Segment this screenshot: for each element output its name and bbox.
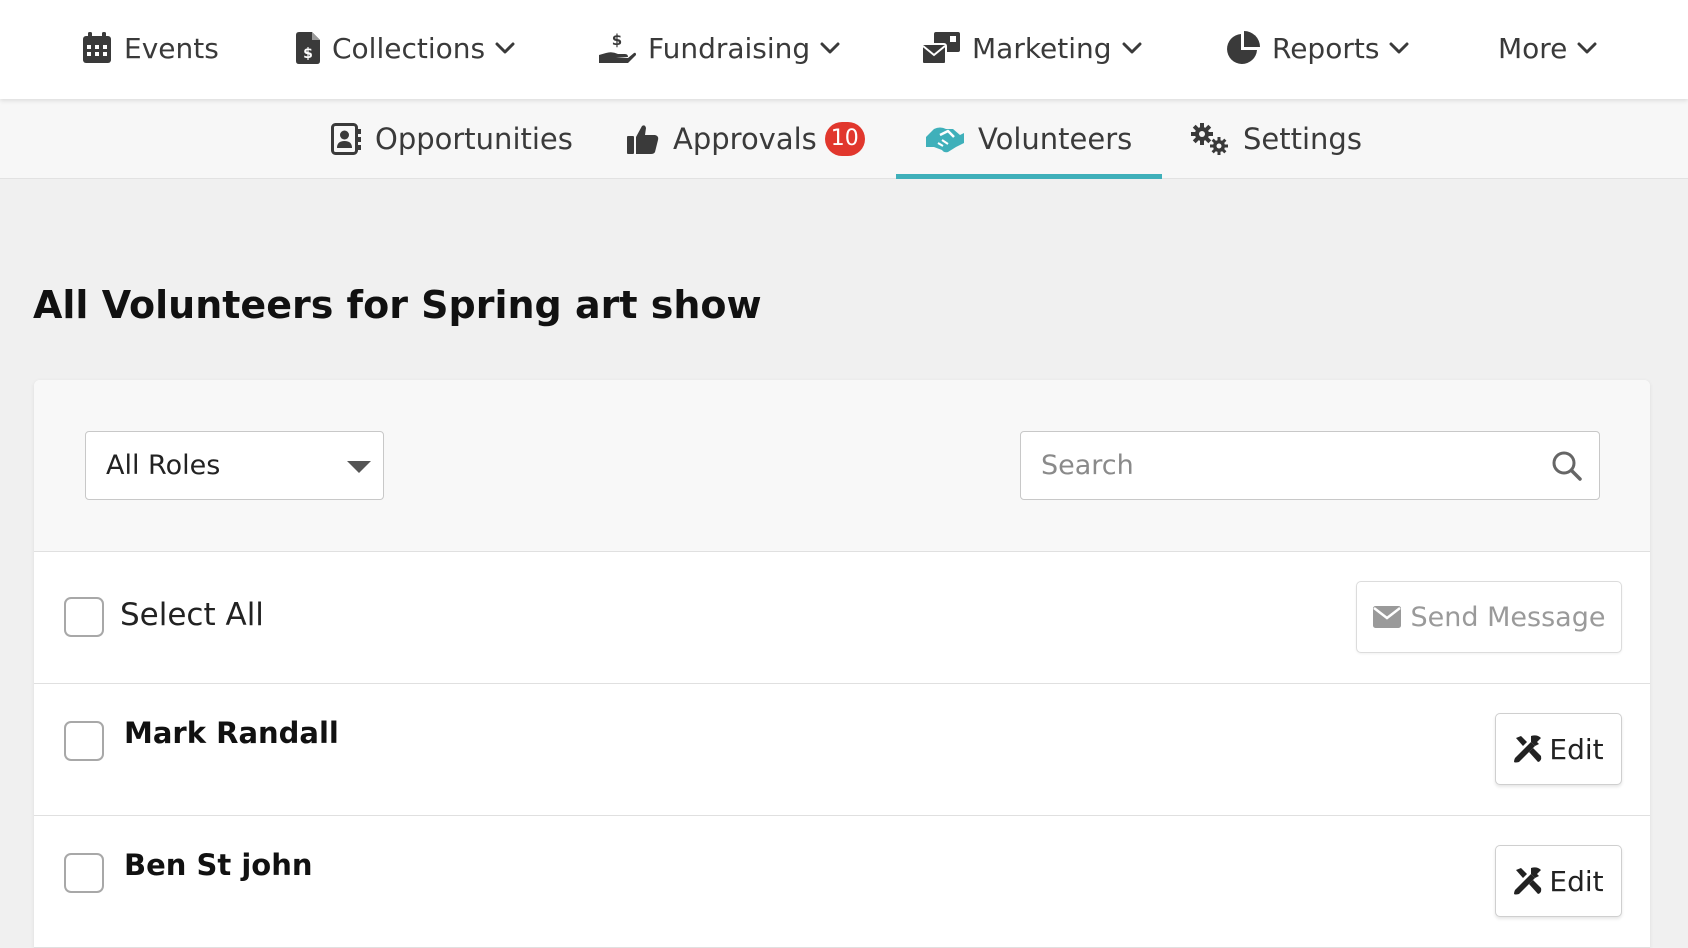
handshake-icon xyxy=(926,127,964,153)
chevron-down-icon xyxy=(1577,42,1597,54)
volunteers-card: All Roles Select All Send Message Mark R… xyxy=(34,380,1650,948)
tab-approvals[interactable]: Approvals 10 xyxy=(627,99,865,179)
edit-button[interactable]: Edit xyxy=(1495,845,1622,917)
svg-text:$: $ xyxy=(303,46,313,62)
pie-chart-icon xyxy=(1227,31,1260,64)
nav-item-collections[interactable]: $ Collections xyxy=(296,0,515,96)
envelope-icon xyxy=(1372,606,1401,628)
search-icon[interactable] xyxy=(1551,450,1583,482)
send-message-label: Send Message xyxy=(1410,601,1606,633)
nav-item-label: Collections xyxy=(332,31,486,65)
thumbs-up-icon xyxy=(627,125,659,154)
edit-button[interactable]: Edit xyxy=(1495,713,1622,785)
hand-holding-dollar-icon: $ xyxy=(599,31,636,63)
nav-item-events[interactable]: Events xyxy=(82,0,219,96)
svg-text:$: $ xyxy=(612,31,622,49)
nav-item-label: Fundraising xyxy=(648,31,811,65)
select-all-checkbox[interactable] xyxy=(64,597,104,637)
row-checkbox[interactable] xyxy=(64,721,104,761)
tab-settings[interactable]: Settings xyxy=(1191,99,1362,179)
chevron-down-icon xyxy=(1122,42,1142,54)
tab-label: Approvals xyxy=(673,122,817,156)
tab-opportunities[interactable]: Opportunities xyxy=(331,99,573,179)
row-checkbox[interactable] xyxy=(64,853,104,893)
tab-volunteers[interactable]: Volunteers xyxy=(895,99,1163,179)
mail-bulk-icon xyxy=(922,32,960,64)
list-item: Mark Randall Edit xyxy=(34,684,1650,816)
nav-item-reports[interactable]: Reports xyxy=(1226,0,1409,96)
edit-label: Edit xyxy=(1549,864,1604,898)
top-navigation: Events $ Collections $ Fundraising Marke… xyxy=(0,0,1688,99)
search-box xyxy=(1020,431,1600,500)
list-item: Ben St john Edit xyxy=(34,816,1650,948)
tab-label: Volunteers xyxy=(978,122,1133,156)
tab-label: Settings xyxy=(1243,122,1362,156)
chevron-down-icon xyxy=(820,42,840,54)
nav-item-label: More xyxy=(1498,31,1568,65)
volunteer-name: Mark Randall xyxy=(124,716,339,750)
gears-icon xyxy=(1191,123,1228,155)
calendar-icon xyxy=(83,32,111,63)
sub-navigation: Opportunities Approvals 10 Volunteers Se… xyxy=(0,99,1688,179)
send-message-button[interactable]: Send Message xyxy=(1356,581,1622,653)
select-all-label: Select All xyxy=(120,597,264,633)
nav-item-label: Reports xyxy=(1272,31,1380,65)
nav-item-marketing[interactable]: Marketing xyxy=(922,0,1142,96)
tools-icon xyxy=(1514,735,1542,763)
caret-down-icon xyxy=(347,461,371,473)
edit-label: Edit xyxy=(1549,732,1604,766)
page-title: All Volunteers for Spring art show xyxy=(33,283,762,327)
chevron-down-icon xyxy=(495,42,515,54)
approvals-count-badge: 10 xyxy=(824,122,865,156)
tools-icon xyxy=(1514,867,1542,895)
address-card-icon xyxy=(331,123,361,155)
tab-label: Opportunities xyxy=(375,122,573,156)
nav-item-label: Marketing xyxy=(972,31,1112,65)
role-filter-value: All Roles xyxy=(106,450,221,481)
nav-item-label: Events xyxy=(124,31,219,65)
search-input[interactable] xyxy=(1021,432,1599,499)
invoice-dollar-icon: $ xyxy=(296,32,320,64)
filter-bar: All Roles xyxy=(34,380,1650,552)
select-all-row: Select All Send Message xyxy=(34,552,1650,684)
volunteer-name: Ben St john xyxy=(124,848,313,882)
nav-item-more[interactable]: More xyxy=(1498,0,1597,96)
nav-item-fundraising[interactable]: $ Fundraising xyxy=(598,0,840,96)
chevron-down-icon xyxy=(1389,42,1409,54)
role-filter-select[interactable]: All Roles xyxy=(85,431,384,500)
